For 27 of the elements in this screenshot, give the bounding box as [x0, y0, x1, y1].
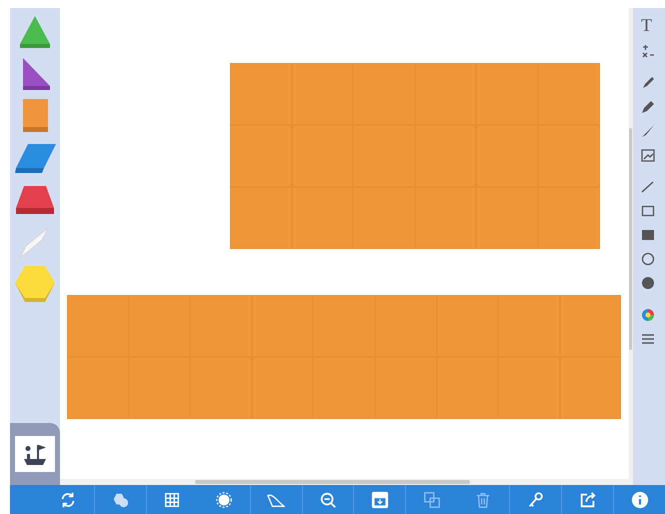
boat-flag-icon[interactable] — [15, 436, 55, 472]
vertical-scrollbar[interactable] — [629, 128, 632, 350]
key-icon — [526, 490, 545, 508]
palette-icon[interactable] — [641, 308, 655, 322]
formula-icon[interactable] — [641, 44, 655, 58]
line-icon[interactable] — [641, 180, 655, 194]
circle-filled-icon[interactable] — [641, 276, 655, 290]
rect-outline-icon[interactable] — [641, 204, 655, 218]
grid-icon — [163, 490, 182, 508]
sun-icon — [214, 490, 233, 508]
info-icon — [630, 490, 649, 508]
horizontal-scrollbar[interactable] — [195, 480, 470, 484]
circle-outline-icon[interactable] — [641, 252, 655, 266]
rect-filled-icon[interactable] — [641, 228, 655, 242]
square-tiles-drawing[interactable] — [67, 295, 622, 419]
marker-icon[interactable] — [641, 100, 655, 114]
text-tool[interactable]: T — [641, 16, 652, 34]
delete-icon — [474, 490, 492, 508]
image-icon[interactable] — [641, 148, 655, 162]
zoom-out-icon — [319, 490, 338, 508]
share-icon — [578, 490, 597, 508]
save-icon — [370, 490, 389, 508]
menu-icon[interactable] — [641, 332, 655, 346]
shapes-icon — [111, 490, 130, 508]
copy-icon — [422, 490, 441, 508]
pen-icon[interactable] — [641, 76, 655, 90]
square-tiles-drawing[interactable] — [230, 63, 600, 249]
